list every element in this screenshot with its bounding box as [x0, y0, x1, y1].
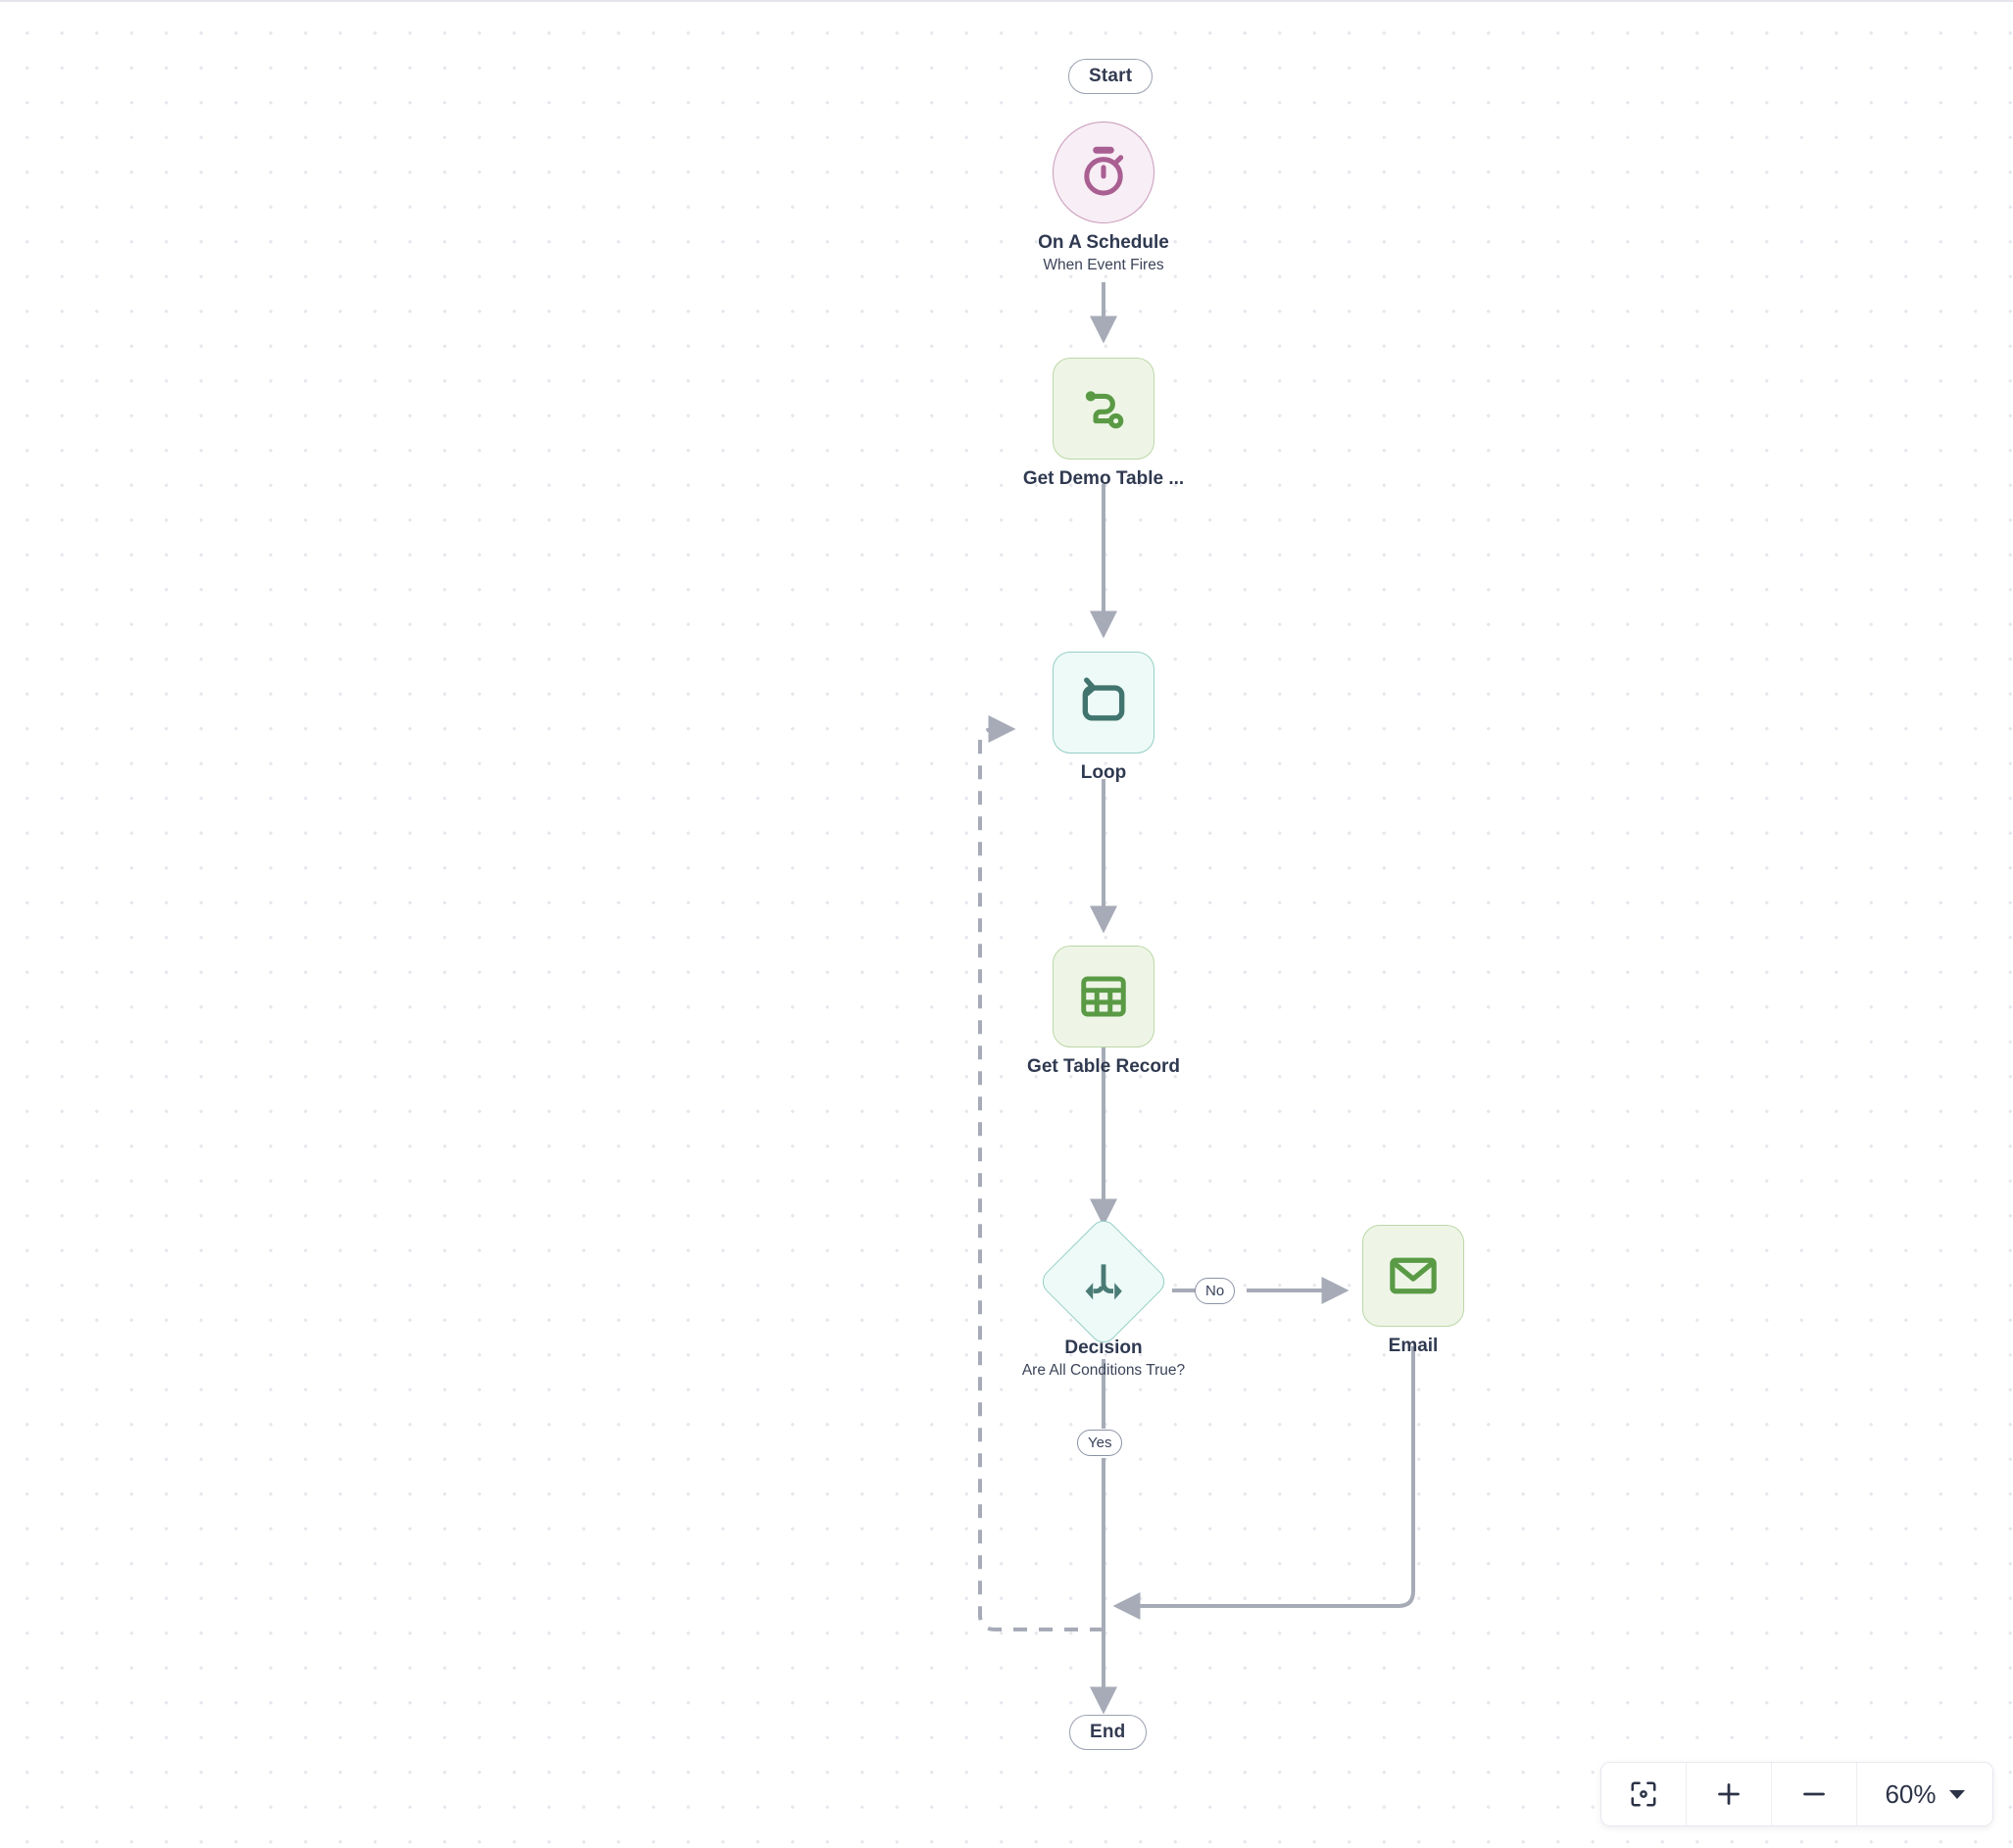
- get-demo-table-title: Get Demo Table ...: [1022, 468, 1185, 489]
- workflow-edges: [978, 282, 1415, 1715]
- decision-subtitle: Are All Conditions True?: [1021, 1362, 1186, 1379]
- node-email[interactable]: Email: [1286, 1225, 1541, 1357]
- plus-icon: [1718, 1783, 1740, 1805]
- get-table-record-title: Get Table Record: [1027, 1056, 1180, 1077]
- loop-shape[interactable]: [1053, 652, 1154, 754]
- fit-to-screen-icon: [1631, 1781, 1656, 1807]
- envelope-icon: [1390, 1257, 1437, 1294]
- start-terminator[interactable]: Start: [1068, 59, 1154, 94]
- on-a-schedule-title: On A Schedule: [1038, 232, 1169, 253]
- node-loop[interactable]: Loop: [976, 652, 1231, 784]
- node-decision[interactable]: Decision Are All Conditions True?: [976, 1215, 1231, 1380]
- get-table-record-shape[interactable]: [1053, 946, 1154, 1047]
- email-title: Email: [1388, 1336, 1439, 1356]
- on-a-schedule-shape[interactable]: [1053, 122, 1154, 223]
- zoom-out-button[interactable]: [1772, 1763, 1857, 1825]
- edge-loopback-dashed: [978, 715, 1104, 1631]
- table-icon: [1081, 976, 1126, 1017]
- fit-to-screen-button[interactable]: [1601, 1763, 1687, 1825]
- decision-shape[interactable]: [1037, 1215, 1170, 1348]
- branch-split-icon: [1085, 1264, 1122, 1300]
- node-on-a-schedule[interactable]: On A Schedule When Event Fires: [976, 122, 1231, 274]
- edge-label-no[interactable]: No: [1195, 1278, 1236, 1304]
- get-demo-table-shape[interactable]: [1053, 358, 1154, 460]
- edge-label-yes[interactable]: Yes: [1077, 1430, 1123, 1456]
- end-terminator[interactable]: End: [1069, 1715, 1147, 1750]
- on-a-schedule-subtitle: When Event Fires: [1043, 257, 1164, 273]
- workflow-canvas[interactable]: Start End On A Schedule When Event Fires…: [0, 0, 2013, 1848]
- repeat-icon: [1082, 677, 1125, 721]
- edge-email-to-merge: [1112, 1346, 1415, 1620]
- chevron-down-icon: [1948, 1789, 1965, 1799]
- loop-title: Loop: [1080, 762, 1127, 783]
- route-icon: [1085, 391, 1124, 429]
- minus-icon: [1803, 1792, 1825, 1796]
- zoom-level-selector[interactable]: 60%: [1857, 1763, 1992, 1825]
- node-get-demo-table[interactable]: Get Demo Table ...: [976, 358, 1231, 490]
- zoom-in-button[interactable]: [1687, 1763, 1772, 1825]
- email-shape[interactable]: [1362, 1225, 1464, 1327]
- zoom-toolbar[interactable]: 60%: [1600, 1762, 1993, 1826]
- node-get-table-record[interactable]: Get Table Record: [976, 946, 1231, 1078]
- zoom-level-value: 60%: [1885, 1778, 1937, 1809]
- stopwatch-icon: [1084, 146, 1124, 196]
